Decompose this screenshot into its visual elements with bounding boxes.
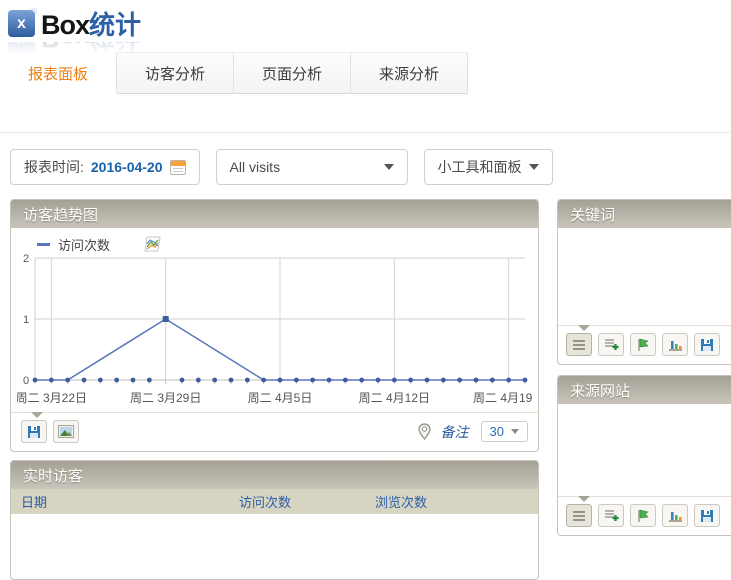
left-column: 访客趋势图 访问次数 0 1 2 周二 3月22日 周二 3月29日 周二 4月5日 周二 … bbox=[10, 199, 539, 580]
chart-type-icon[interactable] bbox=[144, 236, 161, 252]
bar-chart-icon[interactable] bbox=[662, 333, 688, 356]
visitor-trend-header[interactable]: 访客趋势图 bbox=[11, 200, 538, 228]
keywords-panel: 关键词 bbox=[557, 199, 731, 365]
column-pageviews[interactable]: 浏览次数 bbox=[375, 492, 538, 511]
referrers-body bbox=[558, 404, 731, 496]
referrers-footer bbox=[558, 496, 731, 535]
svg-text:周二 4月19日: 周二 4月19日 bbox=[473, 391, 533, 405]
panel-title: 实时访客 bbox=[23, 465, 83, 486]
segment-value: All visits bbox=[230, 159, 281, 175]
tab-pages[interactable]: 页面分析 bbox=[234, 52, 351, 93]
trend-chart-footer: 备注 30 bbox=[11, 412, 538, 451]
app-title-cn: 统计 bbox=[89, 10, 141, 40]
legend-line-swatch bbox=[37, 243, 50, 246]
calendar-icon bbox=[170, 160, 186, 175]
legend-label: 访问次数 bbox=[58, 235, 110, 254]
dashboard-content: 访客趋势图 访问次数 0 1 2 周二 3月22日 周二 3月29日 周二 4月5日 周二 … bbox=[10, 199, 731, 580]
bar-chart-icon[interactable] bbox=[662, 504, 688, 527]
annotation-pin-icon[interactable] bbox=[418, 423, 431, 440]
collapse-arrow-icon[interactable] bbox=[578, 496, 590, 502]
svg-text:周二 4月5日: 周二 4月5日 bbox=[248, 391, 313, 405]
logo-reflection: x Box统计 bbox=[8, 42, 731, 58]
realtime-visitors-header[interactable]: 实时访客 bbox=[11, 461, 538, 489]
table-all-columns-icon[interactable] bbox=[598, 333, 624, 356]
goals-flag-icon[interactable] bbox=[630, 333, 656, 356]
svg-text:1: 1 bbox=[23, 314, 29, 326]
box-logo-icon: x bbox=[8, 10, 35, 37]
collapse-arrow-icon[interactable] bbox=[31, 412, 43, 418]
widgets-menu-button[interactable]: 小工具和面板 bbox=[424, 149, 553, 185]
export-data-icon[interactable] bbox=[694, 333, 720, 356]
main-tabs: 报表面板 访客分析 页面分析 来源分析 bbox=[0, 52, 468, 94]
tab-visitors[interactable]: 访客分析 bbox=[117, 52, 234, 93]
table-view-icon[interactable] bbox=[566, 333, 592, 356]
table-view-icon[interactable] bbox=[566, 504, 592, 527]
right-column: 关键词 bbox=[557, 199, 731, 580]
referrer-websites-panel: 来源网站 bbox=[557, 375, 731, 536]
segment-select[interactable]: All visits bbox=[216, 149, 408, 185]
svg-text:周二 4月12日: 周二 4月12日 bbox=[359, 391, 430, 405]
caret-down-icon bbox=[384, 164, 394, 170]
date-label: 报表时间: bbox=[24, 157, 84, 177]
svg-text:0: 0 bbox=[23, 375, 29, 387]
panel-title: 访客趋势图 bbox=[23, 204, 98, 225]
realtime-visitors-panel: 实时访客 日期 访问次数 浏览次数 bbox=[10, 460, 539, 580]
toolbar: 报表时间: 2016-04-20 All visits 小工具和面板 bbox=[10, 149, 731, 185]
divider bbox=[0, 132, 731, 133]
table-all-columns-icon[interactable] bbox=[598, 504, 624, 527]
export-data-icon[interactable] bbox=[21, 420, 47, 443]
row-count-select[interactable]: 30 bbox=[481, 421, 528, 442]
keywords-header[interactable]: 关键词 bbox=[558, 200, 731, 228]
svg-text:周二 3月29日: 周二 3月29日 bbox=[130, 391, 201, 405]
caret-down-icon bbox=[529, 164, 539, 170]
trend-chart-svg[interactable]: 0 1 2 周二 3月22日 周二 3月29日 周二 4月5日 周二 4月12日 周二 4月1… bbox=[17, 252, 533, 410]
widgets-menu-label: 小工具和面板 bbox=[438, 157, 522, 177]
keywords-footer bbox=[558, 325, 731, 364]
app-title-en: Box bbox=[41, 10, 89, 40]
realtime-table-header: 日期 访问次数 浏览次数 bbox=[11, 489, 538, 514]
collapse-arrow-icon[interactable] bbox=[578, 325, 590, 331]
export-data-icon[interactable] bbox=[694, 504, 720, 527]
tab-referrers[interactable]: 来源分析 bbox=[351, 52, 468, 93]
app-logo: x Box统计 bbox=[8, 5, 731, 42]
referrer-websites-header[interactable]: 来源网站 bbox=[558, 376, 731, 404]
masthead: x Box统计 x Box统计 bbox=[0, 0, 731, 52]
date-value: 2016-04-20 bbox=[91, 159, 163, 175]
export-image-icon[interactable] bbox=[53, 420, 79, 443]
date-picker-button[interactable]: 报表时间: 2016-04-20 bbox=[10, 149, 200, 185]
caret-down-icon bbox=[511, 429, 519, 434]
annotations-link[interactable]: 备注 bbox=[441, 422, 469, 442]
column-date[interactable]: 日期 bbox=[21, 492, 239, 511]
row-count-value: 30 bbox=[490, 424, 504, 439]
tab-dashboard[interactable]: 报表面板 bbox=[0, 52, 117, 94]
panel-title: 来源网站 bbox=[570, 380, 630, 401]
panel-title: 关键词 bbox=[570, 204, 615, 225]
visitor-trend-panel: 访客趋势图 访问次数 0 1 2 周二 3月22日 周二 3月29日 周二 4月5日 周二 … bbox=[10, 199, 539, 452]
chart-legend: 访问次数 bbox=[11, 228, 538, 252]
keywords-body bbox=[558, 228, 731, 325]
app-title: Box统计 bbox=[41, 5, 141, 42]
svg-text:周二 3月22日: 周二 3月22日 bbox=[17, 391, 87, 405]
column-visits[interactable]: 访问次数 bbox=[239, 492, 375, 511]
goals-flag-icon[interactable] bbox=[630, 504, 656, 527]
svg-text:2: 2 bbox=[23, 253, 29, 265]
